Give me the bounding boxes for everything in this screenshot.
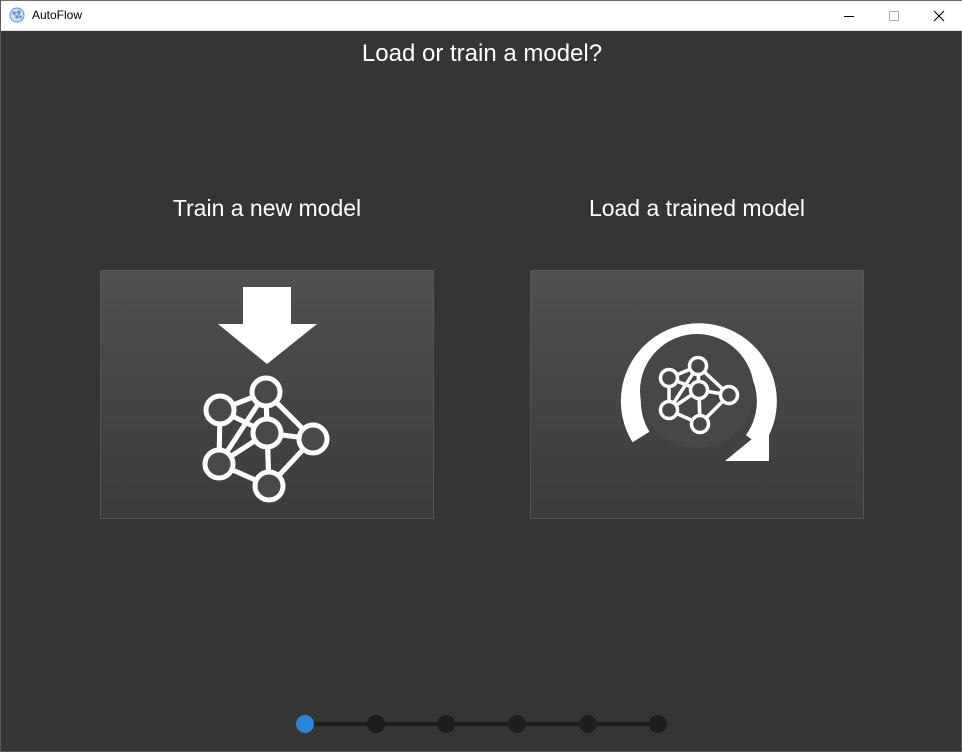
minimize-button[interactable] [826,1,872,31]
step-indicator-5[interactable] [579,715,597,733]
close-button[interactable] [916,1,962,31]
load-trained-model-button[interactable] [530,270,864,519]
close-icon [933,10,945,22]
app-window: AutoFlow Load or train a model? Train a … [0,0,962,752]
window-title: AutoFlow [32,8,83,22]
train-option-label: Train a new model [172,195,362,221]
step-indicator-4[interactable] [508,715,526,733]
autoflow-logo-icon [9,7,25,23]
maximize-icon [889,11,899,21]
minimize-icon [844,16,854,17]
train-new-model-button[interactable] [100,270,434,519]
step-indicator-3[interactable] [437,715,455,733]
load-option-label: Load a trained model [588,195,806,221]
maximize-button[interactable] [871,1,917,31]
step-indicator-6[interactable] [649,715,667,733]
step-indicator-2[interactable] [367,715,385,733]
wizard-stepper [295,713,675,735]
title-bar[interactable]: AutoFlow [1,0,962,31]
stepper-track [305,722,660,726]
reload-network-icon [620,323,777,461]
page-title: Load or train a model? [361,40,603,67]
step-indicator-1[interactable] [296,715,314,733]
download-network-icon [202,287,330,503]
